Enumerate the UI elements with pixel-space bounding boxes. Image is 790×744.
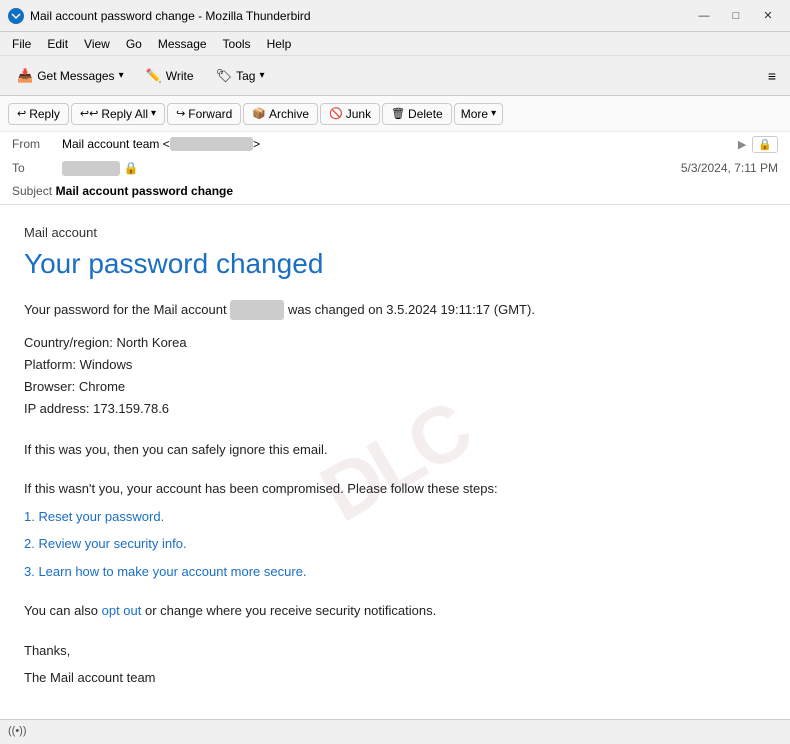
reply-all-label: Reply All <box>101 107 148 121</box>
reply-all-dropdown[interactable]: ▾ <box>151 108 156 119</box>
subject-row: Subject Mail account password change <box>0 180 790 204</box>
step2-link[interactable]: 2. Review your security info. <box>24 536 187 551</box>
step3-paragraph: 3. Learn how to make your account more s… <box>24 562 766 582</box>
step3-link[interactable]: 3. Learn how to make your account more s… <box>24 564 307 579</box>
app-icon <box>8 8 24 24</box>
delete-button[interactable]: 🗑 Delete <box>382 103 452 125</box>
archive-icon: 📦 <box>252 107 266 120</box>
write-button[interactable]: ✏️ Write <box>137 63 203 89</box>
to-label: To <box>12 161 62 175</box>
forward-icon: ↪ <box>176 107 185 120</box>
team-line: The Mail account team <box>24 668 766 688</box>
menu-view[interactable]: View <box>80 35 114 53</box>
title-bar: Mail account password change - Mozilla T… <box>0 0 790 32</box>
maximize-button[interactable]: □ <box>722 6 750 26</box>
delete-label: Delete <box>408 107 443 121</box>
get-messages-label: Get Messages <box>37 69 114 83</box>
email-date: 5/3/2024, 7:11 PM <box>681 161 778 175</box>
write-icon: ✏️ <box>146 68 162 84</box>
account-label: Mail account <box>24 225 766 240</box>
menu-tools[interactable]: Tools <box>219 35 255 53</box>
window-controls[interactable]: — □ ✕ <box>690 6 782 26</box>
more-label: More <box>461 107 488 121</box>
window-title: Mail account password change - Mozilla T… <box>30 9 311 23</box>
reply-all-icon: ↩↩ <box>80 107 98 120</box>
archive-button[interactable]: 📦 Archive <box>243 103 318 125</box>
to-value-blurred <box>62 161 120 176</box>
tag-button[interactable]: 🏷 Tag ▾ <box>207 63 274 89</box>
security-check-button[interactable]: 🔒 <box>752 136 778 153</box>
opt-out-paragraph: You can also opt out or change where you… <box>24 601 766 621</box>
menu-help[interactable]: Help <box>263 35 296 53</box>
menu-message[interactable]: Message <box>154 35 211 53</box>
step1-paragraph: 1. Reset your password. <box>24 507 766 527</box>
safe-ignore-text: If this was you, then you can safely ign… <box>24 440 766 460</box>
from-row: From Mail account team < > ▶ 🔒 <box>0 132 790 156</box>
minimize-button[interactable]: — <box>690 6 718 26</box>
reply-button[interactable]: ↩ Reply <box>8 103 69 125</box>
get-messages-button[interactable]: 📥 Get Messages ▾ <box>8 63 133 89</box>
subject-label: Subject <box>12 184 52 198</box>
tag-dropdown-icon[interactable]: ▾ <box>259 70 264 81</box>
main-toolbar: 📥 Get Messages ▾ ✏️ Write 🏷 Tag ▾ ≡ <box>0 56 790 96</box>
action-bar: ↩ Reply ↩↩ Reply All ▾ ↪ Forward 📦 Archi… <box>0 96 790 132</box>
reply-all-button[interactable]: ↩↩ Reply All ▾ <box>71 103 165 125</box>
reply-label: Reply <box>29 107 60 121</box>
to-encrypt-icon: 🔒 <box>124 161 139 175</box>
subject-value: Mail account password change <box>56 184 233 198</box>
more-button[interactable]: More ▾ <box>454 103 503 125</box>
from-value: Mail account team < > <box>62 137 734 151</box>
title-bar-left: Mail account password change - Mozilla T… <box>8 8 311 24</box>
thanks-line: Thanks, <box>24 641 766 661</box>
ip-line: IP address: 173.159.78.6 <box>24 398 766 420</box>
intro-suffix: was changed on 3.5.2024 19:11:17 (GMT). <box>288 302 535 317</box>
menu-bar: File Edit View Go Message Tools Help <box>0 32 790 56</box>
to-row: To 🔒 5/3/2024, 7:11 PM <box>0 156 790 180</box>
menu-edit[interactable]: Edit <box>43 35 72 53</box>
platform-line: Platform: Windows <box>24 354 766 376</box>
from-expand-icon[interactable]: ▶ <box>738 138 746 151</box>
from-email-blurred <box>170 137 253 151</box>
email-body: DLC Mail account Your password changed Y… <box>0 205 790 719</box>
email-content: Mail account Your password changed Your … <box>24 225 766 688</box>
tag-label: Tag <box>236 69 255 83</box>
reply-icon: ↩ <box>17 107 26 120</box>
status-icon: ((•)) <box>8 725 27 737</box>
close-button[interactable]: ✕ <box>754 6 782 26</box>
email-headers: ↩ Reply ↩↩ Reply All ▾ ↪ Forward 📦 Archi… <box>0 96 790 205</box>
forward-label: Forward <box>188 107 232 121</box>
intro-text: Your password for the Mail account <box>24 302 227 317</box>
hamburger-button[interactable]: ≡ <box>762 64 782 88</box>
info-block: Country/region: North Korea Platform: Wi… <box>24 332 766 420</box>
delete-icon: 🗑 <box>391 107 405 120</box>
get-messages-dropdown-icon[interactable]: ▾ <box>119 70 124 81</box>
step1-link[interactable]: 1. Reset your password. <box>24 509 164 524</box>
browser-line: Browser: Chrome <box>24 376 766 398</box>
status-bar: ((•)) <box>0 719 790 741</box>
tag-icon: 🏷 <box>216 68 233 84</box>
opt-out-suffix: or change where you receive security not… <box>145 603 436 618</box>
opt-out-link[interactable]: opt out <box>102 603 142 618</box>
junk-label: Junk <box>346 107 371 121</box>
account-blurred <box>230 300 284 320</box>
get-messages-icon: 📥 <box>17 68 33 84</box>
from-label: From <box>12 137 62 151</box>
step2-paragraph: 2. Review your security info. <box>24 534 766 554</box>
opt-out-prefix: You can also <box>24 603 98 618</box>
compromised-intro: If this wasn't you, your account has bee… <box>24 479 766 499</box>
more-dropdown-icon: ▾ <box>491 108 496 119</box>
write-label: Write <box>166 69 194 83</box>
archive-label: Archive <box>269 107 309 121</box>
country-line: Country/region: North Korea <box>24 332 766 354</box>
forward-button[interactable]: ↪ Forward <box>167 103 241 125</box>
email-big-title: Your password changed <box>24 248 766 280</box>
menu-file[interactable]: File <box>8 35 35 53</box>
intro-paragraph: Your password for the Mail account was c… <box>24 300 766 320</box>
junk-icon: 🚫 <box>329 107 343 120</box>
menu-go[interactable]: Go <box>122 35 146 53</box>
junk-button[interactable]: 🚫 Junk <box>320 103 380 125</box>
